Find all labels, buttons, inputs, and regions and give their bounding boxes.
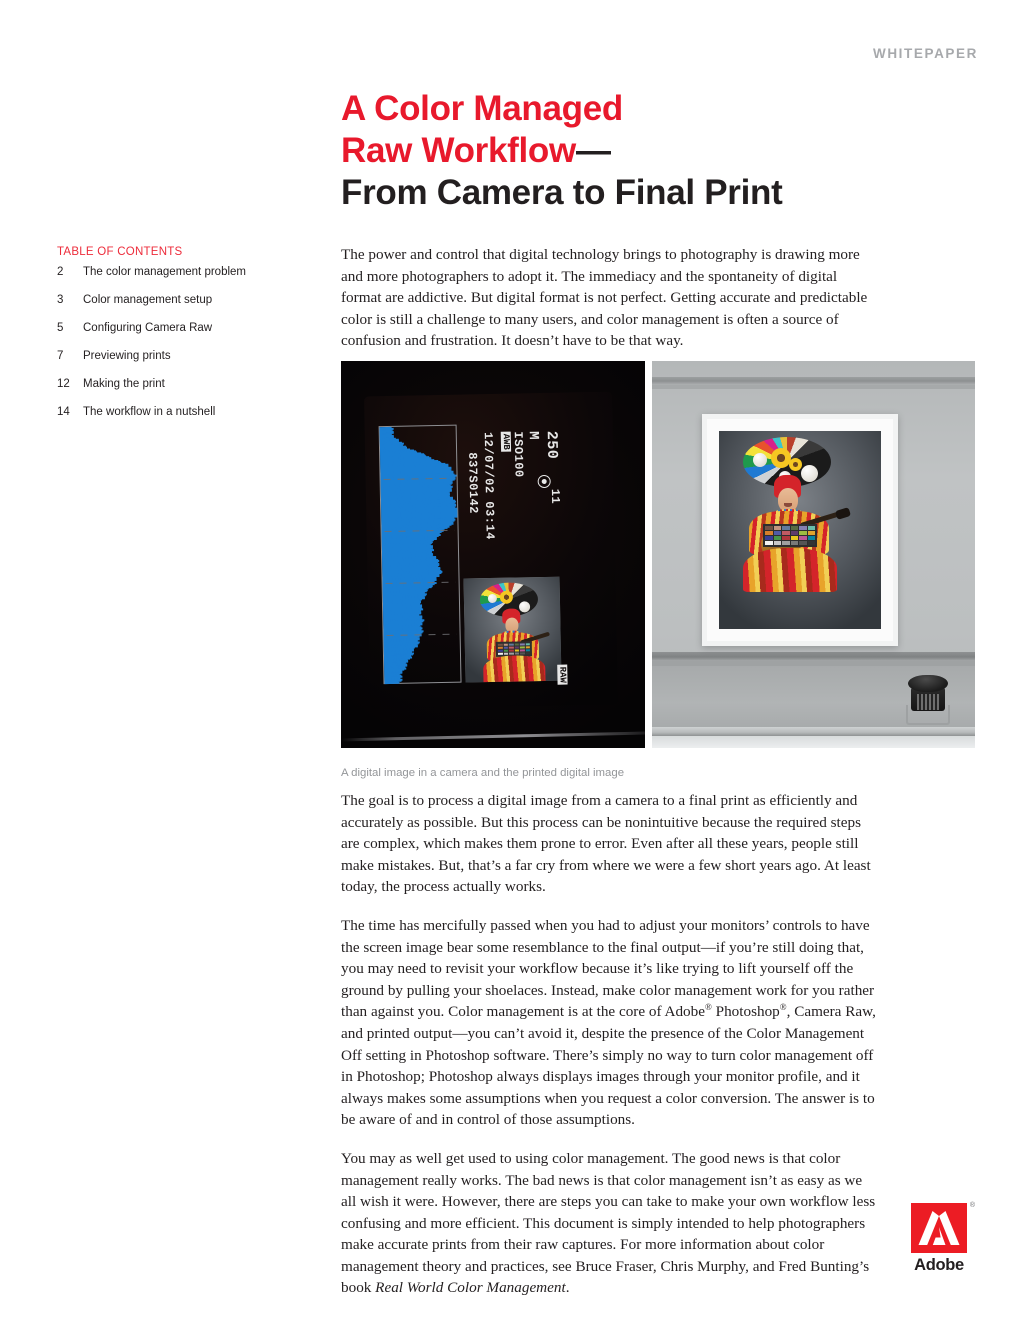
paragraph-monitors-part-c: , Camera Raw, and printed output—you can… xyxy=(341,1003,876,1129)
toc-item-previewing-prints[interactable]: 7 Previewing prints xyxy=(57,349,307,363)
lcd-datetime: 12/07/02 03:14 xyxy=(480,431,497,540)
hat-puff xyxy=(801,465,818,482)
paragraph-end-period: . xyxy=(565,1279,570,1297)
intro-column: The power and control that digital techn… xyxy=(341,244,877,352)
frame-mat xyxy=(707,419,893,641)
body-column: The goal is to process a digital image f… xyxy=(341,790,881,1299)
dress-skirt xyxy=(743,548,837,592)
adobe-logo: ® Adobe xyxy=(903,1202,975,1275)
intro-paragraph: The power and control that digital techn… xyxy=(341,246,868,350)
toc-heading: TABLE OF CONTENTS xyxy=(57,246,183,258)
figure-camera-and-print: 250 M ISO100 AWB 12/07/02 03:14 837S0142… xyxy=(341,361,975,748)
toc-item-color-management-setup[interactable]: 3 Color management setup xyxy=(57,293,307,307)
histogram-gridlines xyxy=(380,426,461,683)
toc-item-the-color-management-problem[interactable]: 2 The color management problem xyxy=(57,265,307,279)
paragraph-goal: The goal is to process a digital image f… xyxy=(341,792,871,896)
paragraph-monitors-part-b: Photoshop xyxy=(711,1003,780,1021)
device-top-cap xyxy=(908,675,948,692)
toc-item-label: The workflow in a nutshell xyxy=(83,406,216,418)
smile xyxy=(784,503,792,507)
lcd-raw-badge: RAW xyxy=(557,664,568,685)
paragraph-get-used-to-it-text: You may as well get used to using color … xyxy=(341,1149,876,1297)
lcd-exposure-mode: M xyxy=(524,431,541,441)
whitepaper-page: WHITEPAPER A Color Managed Raw Workflow—… xyxy=(0,0,1020,1320)
hat-flower xyxy=(789,458,802,471)
toc-item-configuring-camera-raw[interactable]: 5 Configuring Camera Raw xyxy=(57,321,307,335)
toc-page-number: 5 xyxy=(57,322,64,334)
toc-item-making-the-print[interactable]: 12 Making the print xyxy=(57,377,307,391)
wall-moulding-middle xyxy=(652,652,975,661)
lcd-shutter-speed: 250 xyxy=(542,430,561,460)
lcd-filename: 837S0142 xyxy=(465,452,481,515)
registered-trademark-icon: ® xyxy=(969,1202,975,1209)
camera-lcd-screen: 250 M ISO100 AWB 12/07/02 03:14 837S0142… xyxy=(364,391,618,710)
table-of-contents: TABLE OF CONTENTS 2 The color management… xyxy=(57,246,307,433)
shelf-front-edge xyxy=(652,736,975,748)
toc-item-label: Color management setup xyxy=(83,294,213,306)
title-em-dash: — xyxy=(575,131,611,170)
thumbnail-subject xyxy=(464,577,562,683)
metering-mode-icon xyxy=(537,474,551,489)
print-subject xyxy=(719,431,881,629)
histogram-frame xyxy=(378,424,462,685)
picture-frame xyxy=(702,414,898,646)
paragraph-monitors: The time has mercifully passed when you … xyxy=(341,915,881,1131)
colorimeter-device xyxy=(905,675,951,727)
toc-item-label: Previewing prints xyxy=(83,350,171,362)
hat-flower xyxy=(771,448,791,468)
registered-mark-adobe: ® xyxy=(704,1002,712,1013)
book-title: Real World Color Management xyxy=(375,1279,566,1297)
toc-page-number: 12 xyxy=(57,378,70,390)
lcd-image-thumbnail xyxy=(463,576,562,683)
photo-framed-print xyxy=(652,361,975,748)
hat-puff xyxy=(753,453,767,467)
color-checker-chart xyxy=(763,524,817,547)
title-line-1: A Color Managed xyxy=(341,89,623,128)
toc-item-the-workflow-in-a-nutshell[interactable]: 14 The workflow in a nutshell xyxy=(57,405,307,419)
adobe-wordmark: Adobe xyxy=(914,1256,964,1274)
adobe-a-icon: ® xyxy=(911,1202,975,1253)
photo-camera-lcd: 250 M ISO100 AWB 12/07/02 03:14 837S0142… xyxy=(341,361,645,748)
toc-page-number: 14 xyxy=(57,406,70,418)
registered-mark-photoshop: ® xyxy=(779,1002,787,1013)
lcd-frame-number: 11 xyxy=(547,488,563,505)
lcd-iso: ISO100 xyxy=(510,431,526,478)
printed-photograph xyxy=(719,431,881,629)
figure-caption: A digital image in a camera and the prin… xyxy=(341,767,625,779)
wall-moulding-top xyxy=(652,377,975,385)
dress-skirt xyxy=(483,654,546,683)
whitepaper-label: WHITEPAPER xyxy=(872,46,978,61)
toc-page-number: 7 xyxy=(57,350,64,362)
shelf xyxy=(652,727,975,736)
toc-item-label: Configuring Camera Raw xyxy=(83,322,213,334)
page-title: A Color Managed Raw Workflow— From Camer… xyxy=(341,88,941,214)
toc-page-number: 3 xyxy=(57,294,64,306)
paragraph-get-used-to-it: You may as well get used to using color … xyxy=(341,1148,881,1299)
toc-item-label: Making the print xyxy=(83,378,165,390)
toc-item-label: The color management problem xyxy=(83,266,246,278)
title-line-2: Raw Workflow xyxy=(341,131,576,170)
title-line-3: From Camera to Final Print xyxy=(341,173,783,212)
device-vents xyxy=(917,694,939,710)
wall-moulding-top-shadow xyxy=(652,385,975,389)
guitar-headstock xyxy=(834,507,852,520)
lcd-white-balance-badge: AWB xyxy=(500,431,512,452)
toc-page-number: 2 xyxy=(57,266,64,278)
